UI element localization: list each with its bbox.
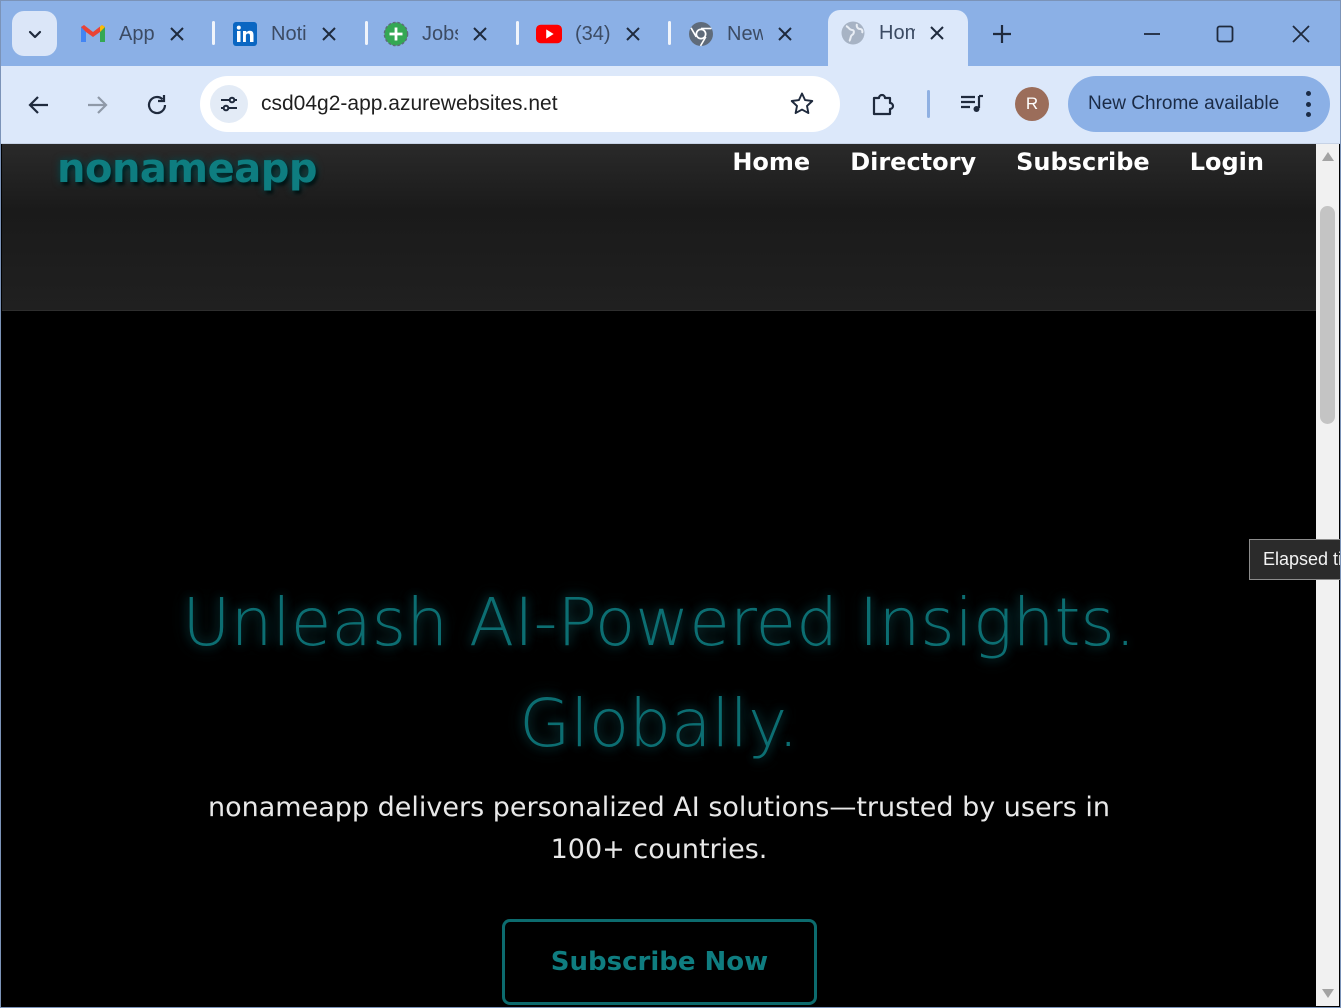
site-nav: Home Directory Subscribe Login bbox=[732, 148, 1264, 176]
gmail-icon bbox=[80, 21, 106, 47]
hero-subtitle: nonameapp delivers personalized AI solut… bbox=[182, 787, 1136, 871]
tab-new-tab[interactable]: New Tab bbox=[688, 10, 797, 58]
tab-separator bbox=[668, 21, 671, 45]
minimize-button[interactable] bbox=[1138, 20, 1166, 48]
tab-jobs[interactable]: Jobs bbox=[383, 10, 492, 58]
hero-title-line-1: Unleash AI-Powered Insights. bbox=[182, 584, 1136, 661]
tab-strip: Application received Notifications | Lin… bbox=[0, 0, 1341, 66]
forward-button[interactable] bbox=[80, 88, 114, 122]
subscribe-now-button[interactable]: Subscribe Now bbox=[502, 919, 817, 1005]
reload-button[interactable] bbox=[140, 88, 174, 122]
chrome-icon bbox=[688, 21, 714, 47]
update-label: New Chrome available bbox=[1088, 93, 1280, 114]
tune-icon bbox=[221, 96, 237, 112]
close-window-button[interactable] bbox=[1287, 20, 1315, 48]
tab-title: (34) YouTube bbox=[575, 22, 611, 45]
back-button[interactable] bbox=[22, 88, 56, 122]
tab-gmail[interactable]: Application received bbox=[80, 10, 189, 58]
tab-title: Application received bbox=[119, 22, 155, 45]
close-icon[interactable] bbox=[468, 22, 492, 46]
toolbar-divider bbox=[927, 90, 930, 118]
plus-icon bbox=[993, 25, 1011, 43]
globe-icon bbox=[840, 20, 866, 46]
address-bar[interactable]: csd04g2-app.azurewebsites.net bbox=[200, 76, 840, 132]
queue-music-icon bbox=[961, 94, 983, 112]
close-icon[interactable] bbox=[621, 22, 645, 46]
arrow-left-icon bbox=[28, 96, 48, 114]
close-icon[interactable] bbox=[773, 22, 797, 46]
hero-subtitle-line-2: 100+ countries. bbox=[550, 834, 768, 865]
new-tab-button[interactable] bbox=[988, 20, 1016, 48]
more-vert-icon[interactable] bbox=[1304, 91, 1312, 117]
scrollbar-thumb[interactable] bbox=[1320, 206, 1335, 424]
maximize-button[interactable] bbox=[1211, 20, 1239, 48]
hero-subtitle-line-1: nonameapp delivers personalized AI solut… bbox=[208, 792, 1110, 823]
url-text[interactable]: csd04g2-app.azurewebsites.net bbox=[261, 92, 558, 116]
tab-separator bbox=[365, 21, 368, 45]
bookmark-star-button[interactable] bbox=[788, 90, 816, 118]
chevron-down-icon bbox=[28, 30, 41, 38]
tab-youtube[interactable]: (34) YouTube bbox=[536, 10, 645, 58]
puzzle-icon bbox=[872, 93, 895, 116]
nav-login[interactable]: Login bbox=[1190, 148, 1264, 176]
close-icon bbox=[1292, 25, 1310, 43]
extensions-button[interactable] bbox=[867, 86, 901, 122]
maximize-icon bbox=[1216, 25, 1234, 43]
profile-avatar[interactable]: R bbox=[1015, 87, 1049, 121]
tab-linkedin[interactable]: Notifications | LinkedIn bbox=[232, 10, 341, 58]
site-logo[interactable]: nonameapp bbox=[57, 146, 318, 192]
page-viewport: nonameapp Home Directory Subscribe Login… bbox=[2, 144, 1316, 1006]
nav-home[interactable]: Home bbox=[732, 148, 810, 176]
site-header: nonameapp Home Directory Subscribe Login bbox=[2, 144, 1316, 311]
scroll-up-arrow-icon[interactable] bbox=[1322, 152, 1334, 161]
tab-title: Notifications | LinkedIn bbox=[271, 22, 307, 45]
close-icon[interactable] bbox=[925, 21, 949, 45]
scroll-down-arrow-icon[interactable] bbox=[1322, 989, 1334, 998]
youtube-icon bbox=[536, 21, 562, 47]
hero-title-line-2: Globally. bbox=[519, 685, 799, 762]
tab-title: Home bbox=[879, 21, 915, 44]
tab-search-button[interactable] bbox=[12, 11, 57, 56]
close-icon[interactable] bbox=[165, 22, 189, 46]
browser-toolbar: csd04g2-app.azurewebsites.net R New Chro… bbox=[0, 66, 1341, 144]
star-icon bbox=[790, 92, 814, 115]
reload-icon bbox=[147, 95, 167, 115]
arrow-right-icon bbox=[88, 96, 108, 114]
minimize-icon bbox=[1144, 33, 1160, 35]
chrome-update-chip[interactable]: New Chrome available bbox=[1068, 76, 1330, 132]
nav-subscribe[interactable]: Subscribe bbox=[1016, 148, 1150, 176]
elapsed-time-tooltip: Elapsed time bbox=[1249, 539, 1341, 580]
media-controls-button[interactable] bbox=[955, 86, 989, 122]
close-icon[interactable] bbox=[317, 22, 341, 46]
tab-title: Jobs bbox=[422, 22, 458, 45]
nav-directory[interactable]: Directory bbox=[850, 148, 976, 176]
tab-separator bbox=[212, 21, 215, 45]
linkedin-icon bbox=[232, 21, 258, 47]
hero-title: Unleash AI-Powered Insights. Globally. bbox=[2, 572, 1316, 774]
site-info-button[interactable] bbox=[210, 85, 248, 123]
jobs-plus-icon bbox=[383, 21, 409, 47]
tab-home-active[interactable]: Home bbox=[828, 10, 968, 66]
tab-separator bbox=[516, 21, 519, 45]
tab-title: New Tab bbox=[727, 22, 763, 45]
